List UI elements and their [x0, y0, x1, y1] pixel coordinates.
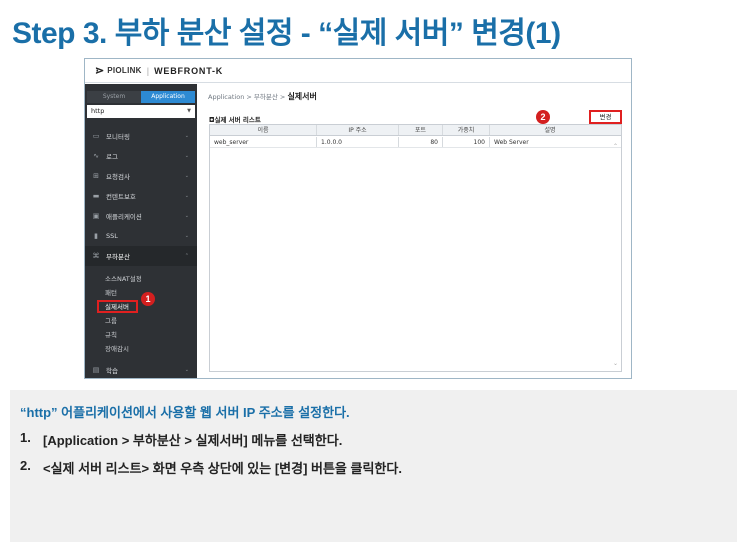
chevron-down-icon: ⌄: [184, 213, 189, 219]
column-header-weight[interactable]: 가중치: [443, 125, 490, 135]
sidebar-item-learning[interactable]: ▤ 학습 ⌄: [85, 360, 197, 378]
page-title: 실제서버: [287, 92, 317, 101]
cell-weight: 100: [443, 137, 490, 147]
description-panel: “http” 어플리케이션에서 사용할 웹 서버 IP 주소를 설정한다. 1.…: [10, 390, 737, 542]
inspect-icon: ⊞: [93, 172, 99, 180]
chevron-down-icon: ⌄: [184, 173, 189, 179]
breadcrumb: Application > 부하분산 > 실제서버: [208, 91, 317, 102]
product-name: WEBFRONT-K: [154, 65, 224, 76]
table-header: 이름 IP 주소 포트 가중치 설명: [210, 125, 621, 136]
cell-description: Web Server: [494, 139, 529, 146]
screenshot-frame: ⋗ PIOLINK | WEBFRONT-K System Applicatio…: [84, 58, 632, 379]
step-text: [Application > 부하분산 > 실제서버] 메뉴를 선택한다.: [43, 433, 343, 448]
real-server-table: 이름 IP 주소 포트 가중치 설명 web_server 1.0.0.0 80…: [209, 124, 622, 372]
sidebar-item-label: 부하분산: [106, 253, 130, 261]
load-balancing-submenu: 소스NAT설정 패턴 실제서버 그룹 규칙 장애감시: [85, 266, 197, 360]
step-marker-2: 2: [536, 110, 550, 124]
real-server-list-title: ◘실제 서버 리스트: [209, 116, 261, 124]
chevron-down-icon: ⌄: [184, 193, 189, 199]
main-content: Application > 부하분산 > 실제서버 ◘실제 서버 리스트 2 변…: [198, 84, 631, 378]
submenu-item-group[interactable]: 그룹: [85, 314, 197, 328]
sidebar-item-label: 컨텐트보호: [106, 193, 136, 201]
chevron-up-icon: ⌃: [184, 253, 189, 259]
sidebar-item-ssl[interactable]: ▮ SSL ⌄: [85, 226, 197, 246]
learn-icon: ▤: [92, 366, 100, 374]
sidebar-item-label: 모니터링: [106, 133, 130, 141]
chart-icon: ∿: [93, 152, 99, 160]
description-heading: “http” 어플리케이션에서 사용할 웹 서버 IP 주소를 설정한다.: [20, 405, 350, 420]
step-marker-1: 1: [141, 292, 155, 306]
lock-icon: ▮: [94, 232, 98, 240]
slide-title: Step 3. 부하 분산 설정 - “실제 서버” 변경(1): [12, 17, 561, 50]
sidebar-item-label: 학습: [106, 367, 118, 375]
sidebar-item-content-protection[interactable]: ▬ 컨텐트보호 ⌄: [85, 186, 197, 206]
scroll-down-icon[interactable]: ⌄: [613, 360, 618, 367]
submenu-item-failure-monitor[interactable]: 장애감시: [85, 342, 197, 356]
submenu-item-source-nat[interactable]: 소스NAT설정: [85, 272, 197, 286]
chevron-down-icon: ▼: [187, 108, 191, 114]
chevron-down-icon: ⌄: [184, 133, 189, 139]
column-header-description[interactable]: 설명: [490, 125, 610, 135]
folder-icon: ▬: [92, 192, 100, 200]
instruction-step: 1. [Application > 부하분산 > 실제서버] 메뉴를 선택한다.: [20, 430, 737, 449]
brand-name: PIOLINK: [107, 66, 142, 75]
chevron-down-icon: ⌄: [184, 233, 189, 239]
step-number: 2.: [20, 458, 31, 473]
step-text: <실제 서버 리스트> 화면 우측 상단에 있는 [변경] 버튼을 클릭한다.: [43, 461, 402, 476]
chevron-down-icon: ⌄: [184, 367, 189, 373]
application-select[interactable]: http ▼: [87, 105, 195, 118]
sidebar-item-load-balancing[interactable]: ⌘ 부하분산 ⌃: [85, 246, 197, 266]
breadcrumb-item[interactable]: 부하분산: [254, 93, 278, 101]
change-button[interactable]: 변경: [589, 110, 622, 124]
cell-name: web_server: [210, 137, 317, 147]
piolink-logo-icon: ⋗: [95, 65, 105, 77]
breadcrumb-separator: >: [246, 93, 254, 101]
tab-application[interactable]: Application: [141, 91, 195, 103]
sidebar-item-label: 요청검사: [106, 173, 130, 181]
instruction-step: 2. <실제 서버 리스트> 화면 우측 상단에 있는 [변경] 버튼을 클릭한…: [20, 458, 737, 477]
window-icon: ▣: [92, 212, 100, 220]
tab-system[interactable]: System: [87, 91, 141, 103]
table-row[interactable]: web_server 1.0.0.0 80 100 Web Server: [210, 137, 621, 148]
sidebar-item-label: 애플리케이션: [106, 213, 142, 221]
sidebar-tabs: System Application: [87, 91, 195, 103]
highlight-box: [97, 300, 138, 313]
column-header-port[interactable]: 포트: [399, 125, 443, 135]
application-select-value: http: [91, 107, 105, 115]
sidebar: System Application http ▼ ▭ 모니터링 ⌄ ∿ 로그 …: [85, 84, 197, 378]
sidebar-item-label: 로그: [106, 153, 118, 161]
sidebar-item-application[interactable]: ▣ 애플리케이션 ⌄: [85, 206, 197, 226]
cell-port: 80: [399, 137, 443, 147]
sidebar-item-monitoring[interactable]: ▭ 모니터링 ⌄: [85, 126, 197, 146]
sidebar-item-request-inspection[interactable]: ⊞ 요청검사 ⌄: [85, 166, 197, 186]
cell-ip: 1.0.0.0: [317, 137, 399, 147]
column-header-name[interactable]: 이름: [210, 125, 317, 135]
top-bar: ⋗ PIOLINK | WEBFRONT-K: [85, 59, 631, 83]
column-header-ip[interactable]: IP 주소: [317, 125, 399, 135]
monitor-icon: ▭: [92, 132, 100, 140]
step-number: 1.: [20, 430, 31, 445]
sidebar-item-log[interactable]: ∿ 로그 ⌄: [85, 146, 197, 166]
balance-icon: ⌘: [92, 252, 100, 260]
submenu-item-rule[interactable]: 규칙: [85, 328, 197, 342]
brand-divider: |: [146, 65, 150, 76]
scroll-up-icon[interactable]: ⌃: [613, 143, 618, 150]
breadcrumb-item[interactable]: Application: [208, 93, 244, 101]
chevron-down-icon: ⌄: [184, 153, 189, 159]
sidebar-item-label: SSL: [106, 232, 118, 240]
